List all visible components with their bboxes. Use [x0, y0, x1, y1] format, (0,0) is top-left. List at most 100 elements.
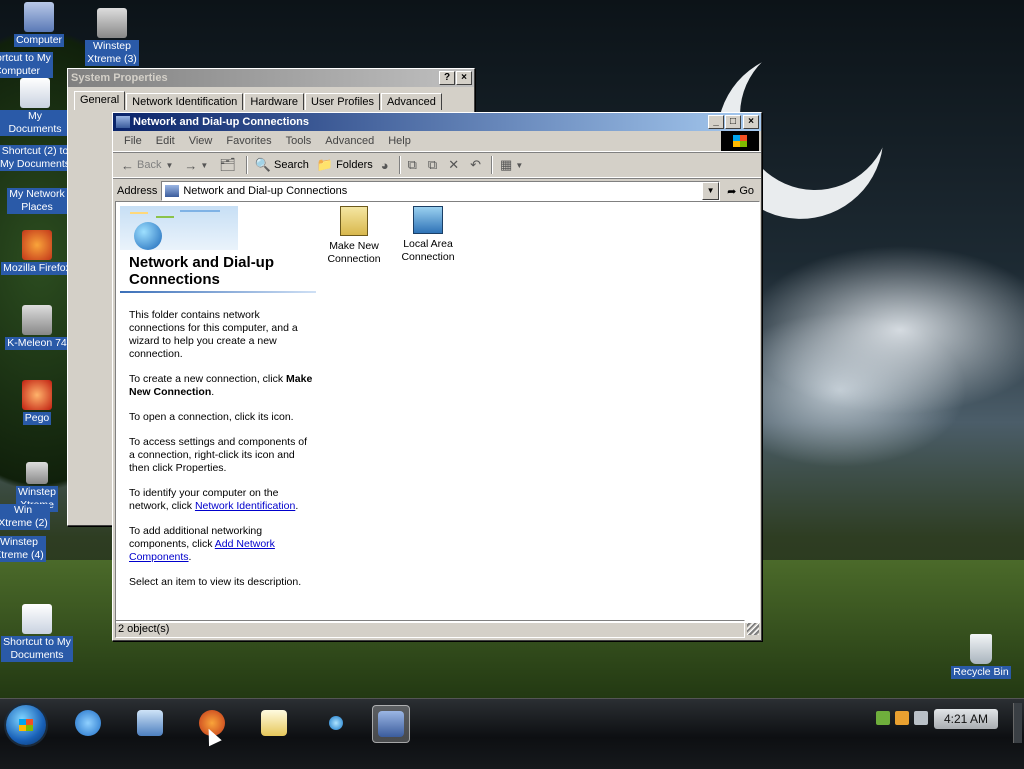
- chevron-down-icon: ▼: [515, 160, 524, 170]
- forward-button[interactable]: → ▼: [180, 158, 215, 173]
- menu-file[interactable]: File: [117, 135, 149, 147]
- resize-grip[interactable]: [747, 623, 759, 635]
- go-arrow-icon: ➦: [727, 185, 737, 198]
- tab-advanced[interactable]: Advanced: [380, 93, 442, 110]
- menu-view[interactable]: View: [182, 135, 220, 147]
- views-grid-icon: ▦: [500, 157, 513, 172]
- winstep-icon: [97, 8, 127, 38]
- menu-tools[interactable]: Tools: [279, 135, 319, 147]
- copy-to-button[interactable]: ⧉: [424, 157, 444, 173]
- desktop-icon-computer[interactable]: Computer: [2, 2, 76, 47]
- taskbar-notepad[interactable]: [256, 705, 292, 741]
- help-button[interactable]: ?: [439, 71, 455, 85]
- taskbar-internet-explorer[interactable]: [70, 705, 106, 741]
- winstep-icon: [26, 462, 48, 484]
- media-icon: [329, 716, 343, 730]
- folders-button[interactable]: 📁 Folders: [313, 157, 377, 173]
- folder-heading: Network and Dial-up Connections: [129, 254, 275, 288]
- undo-icon: ↶: [470, 157, 482, 172]
- local-area-connection-icon: [413, 206, 443, 234]
- desktop-icon-win-xtreme-2[interactable]: Win Xtreme (2): [0, 504, 60, 530]
- menu-help[interactable]: Help: [381, 135, 418, 147]
- make-new-connection-icon: [340, 206, 368, 236]
- recycle-bin-icon: [970, 634, 992, 664]
- desktop-icon-shortcut-my-documents[interactable]: Shortcut to My Documents: [0, 604, 74, 662]
- desktop-icon-winstep-xtreme-3[interactable]: Winstep Xtreme (3): [75, 8, 149, 66]
- maximize-button[interactable]: □: [725, 115, 741, 129]
- desc-intro: This folder contains network connections…: [129, 309, 298, 360]
- tab-user-profiles[interactable]: User Profiles: [305, 93, 380, 110]
- desktop-icon-mozilla-firefox[interactable]: Mozilla Firefox: [0, 230, 74, 275]
- move-to-icon: ⧉: [407, 157, 417, 172]
- documents-icon: [22, 604, 52, 634]
- desktop-icon-winstep-xtreme-4[interactable]: Winstep Xtreme (4): [0, 536, 56, 562]
- taskbar-media[interactable]: [318, 705, 354, 741]
- delete-button[interactable]: ✕: [444, 157, 466, 173]
- banner-graphic: [120, 206, 238, 250]
- network-folder-icon: [165, 185, 180, 197]
- menu-advanced[interactable]: Advanced: [318, 135, 381, 147]
- close-button[interactable]: ×: [743, 115, 759, 129]
- standard-toolbar: ← Back ▼ → ▼ 🗂 🔍 Search 📁 Folders ◕ ⧉ ⧉ ✕ ↶ ▦…: [113, 152, 761, 178]
- tab-strip: General Network Identification Hardware …: [68, 87, 474, 110]
- desktop-icon-pego[interactable]: Pego: [0, 380, 74, 425]
- documents-icon: [20, 78, 50, 108]
- minimize-button[interactable]: _: [708, 115, 724, 129]
- network-connections-window[interactable]: Network and Dial-up Connections _ □ × Fi…: [112, 112, 762, 641]
- tray-arrow-icon[interactable]: [914, 711, 928, 725]
- chevron-down-icon: ▼: [165, 160, 174, 170]
- move-to-button[interactable]: ⧉: [404, 157, 424, 173]
- desc-add-components: To add additional networking components,…: [129, 525, 275, 563]
- history-icon: ◕: [380, 157, 389, 173]
- tray-network-icon[interactable]: [876, 711, 890, 725]
- back-button[interactable]: ← Back ▼: [117, 158, 180, 173]
- desktop-icon-shortcut-my-computer[interactable]: Shortcut to My Computer: [0, 52, 54, 78]
- taskbar-clock[interactable]: 4:21 AM: [934, 709, 998, 729]
- desktop-icon-recycle-bin[interactable]: Recycle Bin: [944, 634, 1018, 679]
- web-view-pane: Network and Dial-up Connections This fol…: [116, 202, 318, 622]
- tab-hardware[interactable]: Hardware: [244, 93, 304, 110]
- tab-network-identification[interactable]: Network Identification: [126, 93, 244, 110]
- views-button[interactable]: ▦ ▼: [496, 157, 530, 173]
- firefox-icon: [22, 230, 52, 260]
- up-folder-button[interactable]: 🗂: [215, 157, 243, 173]
- desktop-icon-my-documents[interactable]: My Documents: [0, 78, 72, 136]
- address-input[interactable]: Network and Dial-up Connections ▼: [161, 181, 721, 201]
- toolbar-separator: [245, 156, 248, 174]
- history-button[interactable]: ◕: [377, 158, 396, 173]
- taskbar-network-app[interactable]: [132, 705, 168, 741]
- search-button[interactable]: 🔍 Search: [251, 157, 313, 173]
- globe-icon: [134, 222, 162, 250]
- menu-bar: File Edit View Favorites Tools Advanced …: [113, 131, 761, 152]
- folder-description: This folder contains network connections…: [129, 309, 315, 601]
- internet-explorer-icon: [75, 710, 101, 736]
- close-button[interactable]: ×: [456, 71, 472, 85]
- tray-app-icon[interactable]: [895, 711, 909, 725]
- folders-icon: 📁: [316, 157, 334, 172]
- desktop-icon-my-network-places[interactable]: My Network Places: [0, 188, 74, 214]
- network-identification-link[interactable]: Network Identification: [195, 500, 295, 512]
- address-label: Address: [117, 185, 158, 197]
- heading-rule: [120, 291, 316, 293]
- local-area-connection-item[interactable]: Local Area Connection: [392, 206, 464, 264]
- show-desktop-button[interactable]: [1013, 703, 1022, 743]
- menu-edit[interactable]: Edit: [149, 135, 182, 147]
- make-new-connection-item[interactable]: Make New Connection: [318, 206, 390, 266]
- taskbar-network-connections[interactable]: [372, 705, 410, 743]
- network-connections-titlebar[interactable]: Network and Dial-up Connections _ □ ×: [113, 113, 761, 131]
- start-button[interactable]: [6, 705, 46, 745]
- menu-favorites[interactable]: Favorites: [219, 135, 278, 147]
- folder-content[interactable]: Network and Dial-up Connections This fol…: [115, 201, 760, 623]
- system-properties-titlebar[interactable]: System Properties ? ×: [68, 69, 474, 87]
- undo-button[interactable]: ↶: [466, 157, 488, 173]
- desktop-icon-shortcut2-my-documents[interactable]: Shortcut (2) to My Documents: [0, 145, 73, 171]
- address-dropdown-button[interactable]: ▼: [702, 182, 720, 200]
- desktop-icon-k-meleon[interactable]: K-Meleon 74: [0, 305, 74, 350]
- go-button[interactable]: ➦ Go: [724, 185, 757, 198]
- desc-open: To open a connection, click its icon.: [129, 411, 294, 423]
- delete-x-icon: ✕: [448, 157, 460, 172]
- window-title: Network and Dial-up Connections: [133, 116, 310, 128]
- tab-general[interactable]: General: [74, 91, 126, 110]
- desc-identify: To identify your computer on the network…: [129, 487, 299, 512]
- desc-select: Select an item to view its description.: [129, 576, 302, 588]
